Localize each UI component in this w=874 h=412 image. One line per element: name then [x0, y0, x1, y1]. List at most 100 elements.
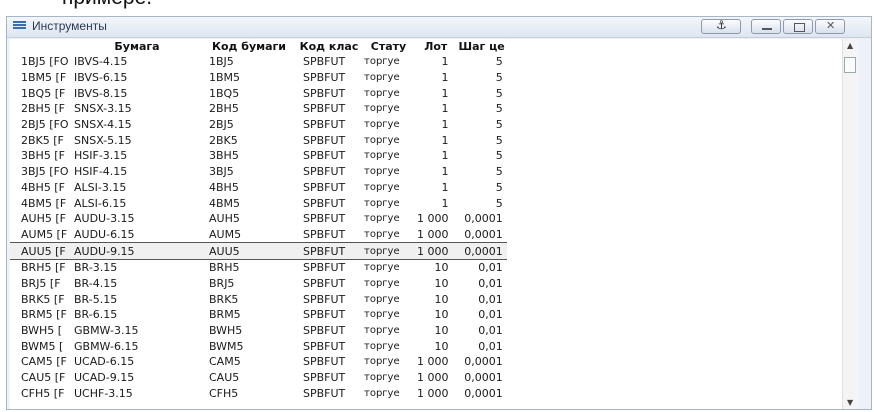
table-cell: 5 — [495, 165, 503, 179]
table-row[interactable]: CFH5 [F UCHF-3.15 CFH5 SPBFUT торгуе 1 000 0,0… — [10, 385, 507, 401]
table-cell: SPBFUT — [303, 55, 346, 69]
table-cell: торгуе — [364, 262, 400, 274]
column-header[interactable]: Код клас — [296, 39, 362, 54]
column-header[interactable]: Лот — [415, 39, 457, 54]
table-row[interactable]: CAU5 [F UCAD-9.15 CAU5 SPBFUT торгуе 1 000 0,0… — [10, 370, 507, 386]
table-row[interactable]: 1BJ5 [FO IBVS-4.15 1BJ5 SPBFUT торгуе 1 5 — [10, 54, 507, 70]
scroll-thumb[interactable] — [844, 57, 856, 73]
table-cell: 5 — [495, 118, 503, 132]
table-row[interactable]: 3BJ5 [FO HSIF-4.15 3BJ5 SPBFUT торгуе 1 5 — [10, 164, 507, 180]
table-cell: 5 — [495, 196, 503, 210]
table-cell: IBVS-8.15 — [74, 86, 128, 100]
table-cell: 5 — [495, 55, 503, 69]
maximize-button[interactable] — [783, 19, 813, 34]
table-row[interactable]: BRJ5 [F BR-4.15 BRJ5 SPBFUT торгуе 10 0,01 — [10, 276, 507, 292]
table-cell: торгуе — [364, 213, 400, 225]
table-row[interactable]: 1BQ5 [F IBVS-8.15 1BQ5 SPBFUT торгуе 1 5 — [10, 85, 507, 101]
table-cell: 3BH5 [F — [21, 149, 65, 163]
titlebar[interactable]: Инструменты ⚓ ✕ — [7, 17, 871, 38]
column-header[interactable] — [10, 39, 72, 54]
table-cell: AUDU-9.15 — [72, 242, 202, 260]
table-cell: ALSI-6.15 — [74, 196, 127, 210]
window-title: Инструменты — [32, 19, 107, 33]
table-cell: 1BM5 — [209, 71, 241, 85]
table-cell: 4BM5 — [209, 196, 241, 210]
table-row[interactable]: AUM5 [F AUDU-6.15 AUM5 SPBFUT торгуе 1 000 0,0… — [10, 227, 507, 243]
table-cell: 5 — [495, 133, 503, 147]
column-header[interactable]: Бумага — [72, 39, 202, 54]
table-cell: торгуе — [362, 242, 415, 260]
table-cell: 0,01 — [478, 261, 503, 275]
instruments-grid[interactable]: Бумага Код бумаги Код клас Стату Лот Шаг це 1… — [10, 39, 858, 409]
column-header[interactable]: Шаг це — [457, 39, 507, 54]
table-row[interactable]: BRH5 [F BR-3.15 BRH5 SPBFUT торгуе 10 0,01 — [10, 259, 507, 275]
scroll-up-icon[interactable]: ▲ — [847, 41, 853, 50]
table-row[interactable]: BWM5 [GBMW-6.15 BWM5 SPBFUT торгуе 10 0,01 — [10, 338, 507, 354]
close-button[interactable]: ✕ — [815, 19, 845, 34]
table-cell: 5 — [495, 86, 503, 100]
table-cell: 0,01 — [478, 308, 503, 322]
table-row[interactable]: AUU5 [F AUDU-9.15 AUU5 SPBFUT торгуе 1 000 0,0… — [10, 242, 507, 260]
column-header[interactable]: Стату — [362, 39, 415, 54]
context-text: примере. — [62, 0, 152, 10]
table-row[interactable]: 4BH5 [F ALSI-3.15 4BH5 SPBFUT торгуе 1 5 — [10, 180, 507, 196]
table-cell: ALSI-3.15 — [74, 180, 127, 194]
table-cell: 5 — [495, 180, 503, 194]
table-cell: 1 — [441, 196, 449, 210]
table-cell: SPBFUT — [303, 261, 346, 275]
table-cell: 0,0001 — [456, 242, 507, 260]
table-cell: торгуе — [364, 56, 400, 68]
table-row[interactable]: 4BM5 [F ALSI-6.15 4BM5 SPBFUT торгуе 1 5 — [10, 195, 507, 211]
table-cell: 1 000 — [415, 242, 457, 260]
table-row[interactable]: AUH5 [F AUDU-3.15 AUH5 SPBFUT торгуе 1 000 0,0… — [10, 211, 507, 227]
table-row[interactable]: 2BJ5 [FO SNSX-4.15 2BJ5 SPBFUT торгуе 1 5 — [10, 117, 507, 133]
table-row[interactable]: 3BH5 [F HSIF-3.15 3BH5 SPBFUT торгуе 1 5 — [10, 148, 507, 164]
table-cell: BRK5 [F — [21, 292, 65, 306]
table-row[interactable]: BRM5 [F BR-6.15 BRM5 SPBFUT торгуе 10 0,01 — [10, 307, 507, 323]
table-row[interactable]: BWH5 [GBMW-3.15 BWH5 SPBFUT торгуе 10 0,01 — [10, 323, 507, 339]
table-cell: торгуе — [364, 309, 400, 321]
table-cell: 1 000 — [417, 371, 449, 385]
table-cell: 0,01 — [478, 324, 503, 338]
table-cell: GBMW-6.15 — [74, 339, 139, 353]
table-cell: UCHF-3.15 — [74, 386, 133, 400]
table-cell: SPBFUT — [303, 355, 346, 369]
table-cell: 1 — [441, 71, 449, 85]
table-cell: SPBFUT — [303, 276, 346, 290]
table-cell: 2BJ5 [FO — [21, 118, 69, 132]
table-row[interactable]: CAM5 [F UCAD-6.15 CAM5 SPBFUT торгуе 1 000 0,0… — [10, 354, 507, 370]
vertical-scrollbar[interactable]: ▲ ▼ — [842, 39, 858, 409]
table-cell: торгуе — [364, 134, 400, 146]
table-cell: 1 000 — [417, 212, 449, 226]
table-cell: 1 000 — [417, 355, 449, 369]
table-cell: 0,0001 — [464, 371, 503, 385]
table-cell: CAM5 [F — [21, 355, 67, 369]
table-cell: SPBFUT — [303, 227, 346, 241]
table-cell: 0,0001 — [464, 386, 503, 400]
table-cell: SPBFUT — [303, 86, 346, 100]
table-cell: 5 — [495, 149, 503, 163]
table-cell: BRJ5 — [209, 276, 235, 290]
table-cell: 1 — [441, 149, 449, 163]
table-cell: 1 000 — [417, 386, 449, 400]
table-cell: BWH5 — [209, 324, 243, 338]
table-row[interactable]: 1BM5 [F IBVS-6.15 1BM5 SPBFUT торгуе 1 5 — [10, 70, 507, 86]
table-row[interactable]: 2BK5 [F SNSX-5.15 2BK5 SPBFUT торгуе 1 5 — [10, 132, 507, 148]
anchor-button[interactable]: ⚓ — [701, 18, 741, 34]
table-cell: 1 — [441, 180, 449, 194]
table-cell: AUM5 [F — [21, 227, 68, 241]
table-cell: CAU5 [F — [21, 371, 66, 385]
scroll-down-icon[interactable]: ▼ — [847, 398, 853, 407]
table-cell: 2BH5 [F — [21, 102, 65, 116]
table-row[interactable]: BRK5 [F BR-5.15 BRK5 SPBFUT торгуе 10 0,01 — [10, 291, 507, 307]
table-cell: BRH5 [F — [21, 261, 66, 275]
column-header[interactable]: Код бумаги — [202, 39, 296, 54]
minimize-button[interactable] — [751, 19, 781, 34]
table-cell: SNSX-4.15 — [74, 118, 132, 132]
table-row[interactable]: 2BH5 [F SNSX-3.15 2BH5 SPBFUT торгуе 1 5 — [10, 101, 507, 117]
table-cell: SNSX-3.15 — [74, 102, 132, 116]
table-cell: BR-6.15 — [74, 308, 118, 322]
list-icon — [13, 21, 26, 32]
table-cell: торгуе — [364, 150, 400, 162]
table-cell: HSIF-4.15 — [74, 165, 128, 179]
